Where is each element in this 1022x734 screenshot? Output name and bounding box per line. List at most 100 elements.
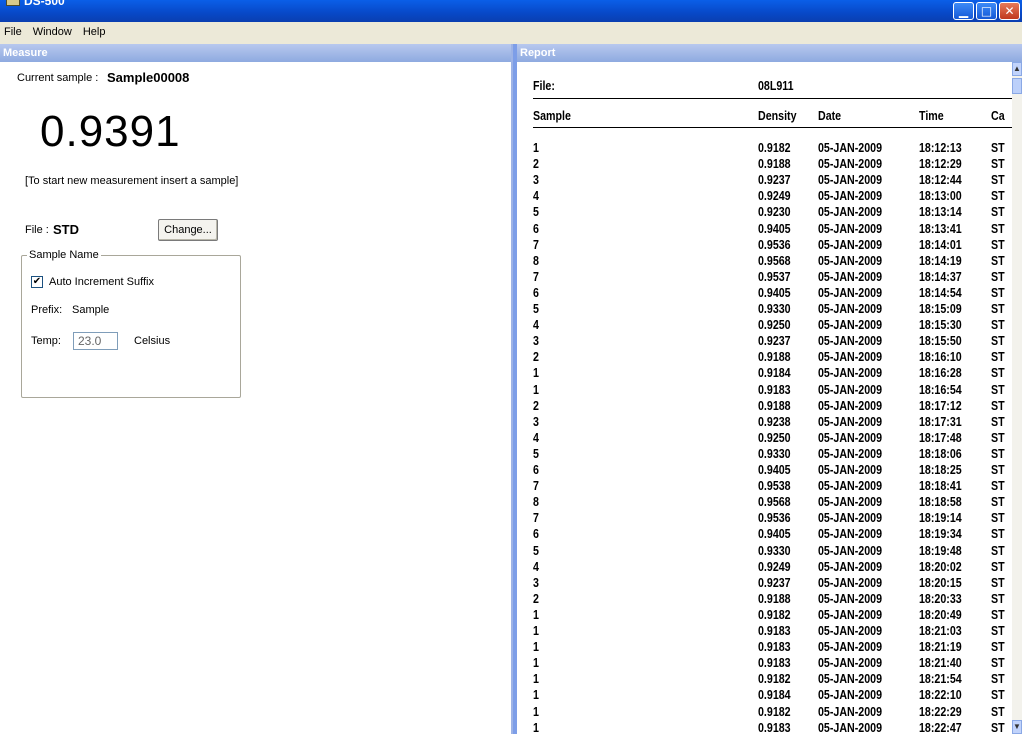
row-ca: ST — [991, 268, 1005, 284]
row-time: 18:21:03 — [919, 623, 962, 638]
row-density: 0.9249 — [758, 188, 791, 204]
row-sample: 2 — [533, 349, 539, 365]
menu-window[interactable]: Window — [33, 26, 72, 38]
row-date: 05-JAN-2009 — [818, 397, 882, 413]
row-density: 0.9237 — [758, 333, 791, 349]
row-ca: ST — [991, 156, 1005, 172]
row-density: 0.9188 — [758, 349, 791, 365]
row-ca: ST — [991, 703, 1005, 719]
row-date: 05-JAN-2009 — [818, 188, 882, 204]
row-date: 05-JAN-2009 — [818, 381, 882, 397]
measure-header: Measure — [0, 44, 511, 62]
row-sample: 7 — [533, 510, 539, 526]
row-density: 0.9183 — [758, 639, 791, 655]
row-time: 18:20:02 — [919, 558, 962, 574]
row-time: 18:15:30 — [919, 317, 962, 333]
minimize-icon[interactable]: ▁ — [953, 2, 974, 20]
row-ca: ST — [991, 397, 1005, 413]
row-sample: 7 — [533, 478, 539, 494]
row-date: 05-JAN-2009 — [818, 590, 882, 606]
row-sample: 5 — [533, 542, 539, 558]
row-ca: ST — [991, 429, 1005, 445]
file-value: STD — [53, 222, 79, 237]
row-density: 0.9537 — [758, 268, 791, 284]
row-sample: 6 — [533, 462, 539, 477]
row-time: 18:16:54 — [919, 381, 962, 397]
row-time: 18:14:19 — [919, 252, 962, 268]
scroll-down-arrow-icon[interactable]: ▼ — [1012, 720, 1022, 734]
row-ca: ST — [991, 590, 1005, 606]
row-density: 0.9330 — [758, 542, 791, 558]
row-time: 18:19:48 — [919, 542, 962, 558]
row-sample: 1 — [533, 365, 539, 381]
row-ca: ST — [991, 188, 1005, 204]
row-date: 05-JAN-2009 — [818, 623, 882, 638]
col-density: Density — [758, 108, 797, 123]
row-date: 05-JAN-2009 — [818, 172, 882, 188]
row-time: 18:12:13 — [919, 140, 962, 155]
report-header: Report — [517, 44, 1022, 62]
row-date: 05-JAN-2009 — [818, 526, 882, 542]
row-ca: ST — [991, 284, 1005, 300]
current-sample-value: Sample00008 — [107, 70, 190, 85]
prefix-value: Sample — [72, 304, 110, 316]
close-icon[interactable]: ✕ — [999, 2, 1020, 20]
row-date: 05-JAN-2009 — [818, 236, 882, 252]
report-file-value: 08L911 — [758, 78, 794, 93]
row-density: 0.9405 — [758, 526, 791, 542]
row-density: 0.9182 — [758, 703, 791, 719]
row-date: 05-JAN-2009 — [818, 317, 882, 333]
scroll-up-arrow-icon[interactable]: ▲ — [1012, 62, 1022, 76]
row-ca: ST — [991, 655, 1005, 671]
row-time: 18:13:00 — [919, 188, 962, 204]
row-sample: 1 — [533, 703, 539, 719]
auto-increment-checkbox[interactable]: ✔ — [31, 276, 43, 288]
row-time: 18:22:10 — [919, 687, 962, 703]
temp-field[interactable]: 23.0 — [73, 332, 118, 350]
row-time: 18:16:10 — [919, 349, 962, 365]
temp-label: Temp: — [31, 335, 61, 347]
row-time: 18:20:49 — [919, 606, 962, 622]
row-sample: 8 — [533, 252, 539, 268]
maximize-icon[interactable]: □ — [976, 2, 997, 20]
row-density: 0.9184 — [758, 365, 791, 381]
row-ca: ST — [991, 719, 1005, 734]
report-scrollbar[interactable]: ▲ ▼ — [1012, 62, 1022, 734]
row-sample: 1 — [533, 687, 539, 703]
window-title: DS-500 — [24, 0, 65, 8]
row-ca: ST — [991, 574, 1005, 590]
row-sample: 1 — [533, 606, 539, 622]
scroll-thumb[interactable] — [1012, 78, 1022, 94]
row-ca: ST — [991, 220, 1005, 236]
change-file-button[interactable]: Change... — [158, 219, 218, 241]
row-sample: 4 — [533, 317, 539, 333]
title-bar: DS-500 ▁ □ ✕ — [0, 0, 1022, 22]
row-ca: ST — [991, 671, 1005, 687]
row-date: 05-JAN-2009 — [818, 333, 882, 349]
row-density: 0.9237 — [758, 574, 791, 590]
row-density: 0.9182 — [758, 606, 791, 622]
row-date: 05-JAN-2009 — [818, 703, 882, 719]
row-ca: ST — [991, 526, 1005, 542]
menu-file[interactable]: File — [4, 26, 22, 38]
row-density: 0.9188 — [758, 590, 791, 606]
row-ca: ST — [991, 365, 1005, 381]
row-ca: ST — [991, 172, 1005, 188]
row-density: 0.9330 — [758, 445, 791, 461]
row-time: 18:17:48 — [919, 429, 962, 445]
sample-name-group-title: Sample Name — [27, 249, 101, 261]
row-date: 05-JAN-2009 — [818, 478, 882, 494]
row-sample: 3 — [533, 172, 539, 188]
row-ca: ST — [991, 606, 1005, 622]
row-sample: 1 — [533, 381, 539, 397]
row-date: 05-JAN-2009 — [818, 156, 882, 172]
row-ca: ST — [991, 462, 1005, 477]
menu-help[interactable]: Help — [83, 26, 106, 38]
row-density: 0.9182 — [758, 140, 791, 155]
row-time: 18:22:47 — [919, 719, 962, 734]
row-date: 05-JAN-2009 — [818, 140, 882, 155]
row-date: 05-JAN-2009 — [818, 429, 882, 445]
row-time: 18:19:34 — [919, 526, 962, 542]
row-sample: 6 — [533, 526, 539, 542]
row-sample: 8 — [533, 494, 539, 510]
